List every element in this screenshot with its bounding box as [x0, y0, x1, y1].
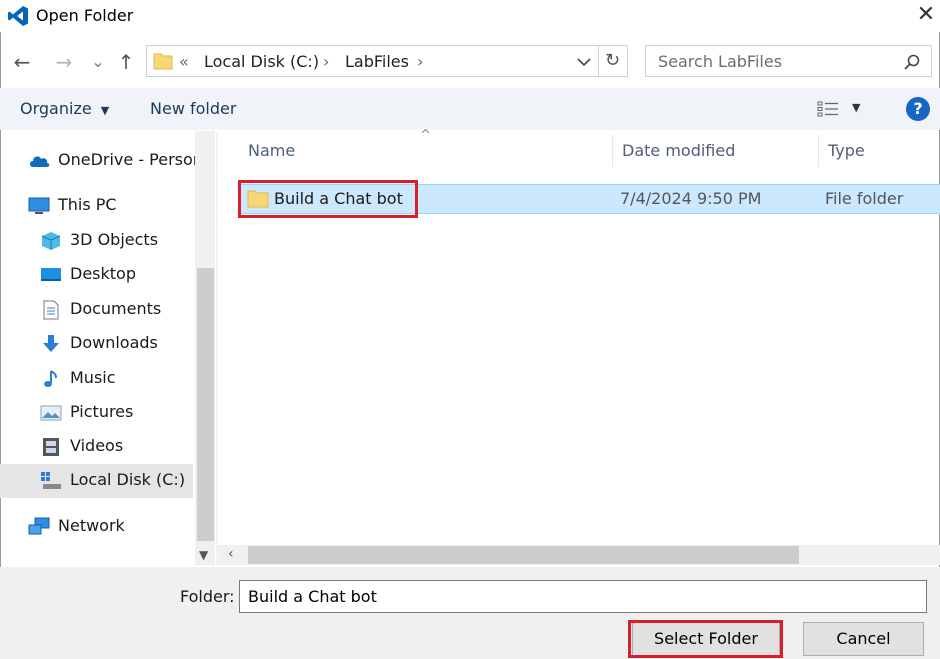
folder-name-input[interactable]: Build a Chat bot — [239, 580, 927, 613]
organize-button[interactable]: Organize ▼ — [20, 99, 109, 118]
back-arrow-icon[interactable]: ← — [8, 46, 36, 78]
horizontal-scrollbar-thumb[interactable] — [248, 546, 799, 564]
column-header-name[interactable]: Name — [248, 141, 295, 160]
download-icon — [43, 335, 59, 352]
sidebar-scrollbar-thumb[interactable] — [197, 268, 214, 541]
sidebar-item-music[interactable]: Music — [0, 362, 195, 396]
column-header-type[interactable]: Type — [828, 141, 865, 160]
sidebar-item-videos[interactable]: Videos — [0, 430, 195, 464]
network-icon — [28, 517, 50, 535]
sidebar-item-desktop[interactable]: Desktop — [0, 258, 195, 292]
address-bar[interactable]: « Local Disk (C:) › LabFiles › — [146, 45, 599, 77]
breadcrumb-separator-icon[interactable]: › — [417, 52, 423, 71]
new-folder-button[interactable]: New folder — [150, 99, 236, 118]
sidebar-item-documents[interactable]: Documents — [0, 293, 195, 327]
command-toolbar — [0, 88, 940, 130]
up-arrow-icon[interactable]: ↑ — [112, 46, 140, 78]
sidebar-item-label: This PC — [58, 195, 117, 214]
videos-icon — [43, 438, 59, 456]
cloud-icon — [30, 156, 50, 167]
close-icon[interactable]: ✕ — [912, 0, 940, 32]
view-dropdown-icon[interactable]: ▼ — [852, 101, 860, 114]
drive-icon — [41, 472, 61, 489]
cube-icon — [41, 232, 61, 250]
sidebar-item-label: Videos — [70, 436, 124, 455]
dialog-title: Open Folder — [36, 6, 134, 25]
music-icon — [44, 370, 57, 387]
scroll-left-icon[interactable]: ‹ — [228, 546, 234, 562]
row-name[interactable]: Build a Chat bot — [274, 189, 403, 208]
title-bar — [0, 0, 940, 32]
row-type: File folder — [825, 189, 904, 208]
cancel-button[interactable]: Cancel — [803, 622, 924, 656]
computer-icon — [28, 197, 50, 214]
sidebar-item-label: OneDrive - Persor — [58, 150, 200, 169]
organize-dropdown-icon: ▼ — [100, 104, 110, 117]
address-overflow-icon[interactable]: « — [179, 52, 189, 71]
sidebar-item-this-pc[interactable]: This PC — [0, 189, 195, 223]
recent-locations-chevron-icon[interactable]: ⌄ — [84, 46, 112, 78]
sidebar-item-label: Local Disk (C:) — [70, 470, 186, 489]
sidebar-item-3d-objects[interactable]: 3D Objects — [0, 224, 195, 258]
view-options-icon[interactable] — [817, 100, 839, 118]
sidebar-item-label: Documents — [70, 299, 162, 318]
documents-icon — [43, 300, 59, 320]
desktop-icon — [41, 268, 61, 281]
column-separator[interactable] — [612, 135, 613, 167]
pictures-icon — [40, 405, 62, 421]
sidebar-item-label: Downloads — [70, 333, 158, 352]
search-icon[interactable] — [904, 54, 920, 70]
help-icon[interactable]: ? — [906, 97, 930, 121]
organize-label: Organize — [20, 99, 92, 118]
column-separator[interactable] — [818, 135, 819, 167]
sidebar-item-network[interactable]: Network — [0, 510, 195, 544]
folder-label: Folder: — [180, 587, 235, 606]
scroll-down-icon[interactable]: ▼ — [199, 548, 208, 562]
sidebar-item-onedrive[interactable]: OneDrive - Persor — [0, 144, 199, 178]
sidebar-item-label: Music — [70, 368, 116, 387]
sidebar-item-local-disk[interactable]: Local Disk (C:) — [0, 464, 193, 498]
refresh-icon[interactable]: ↻ — [598, 45, 628, 77]
vscode-logo-icon — [8, 6, 28, 26]
breadcrumb-labfiles[interactable]: LabFiles — [345, 52, 409, 71]
search-box[interactable]: Search LabFiles — [645, 45, 932, 77]
sidebar-item-pictures[interactable]: Pictures — [0, 396, 195, 430]
sidebar-item-downloads[interactable]: Downloads — [0, 327, 195, 361]
folder-icon — [153, 53, 173, 70]
breadcrumb-local-disk[interactable]: Local Disk (C:) — [204, 52, 319, 71]
sort-ascending-icon: ^ — [420, 128, 431, 143]
address-dropdown-chevron-icon[interactable] — [577, 57, 591, 67]
row-date-modified: 7/4/2024 9:50 PM — [620, 189, 762, 208]
sidebar-item-label: 3D Objects — [70, 230, 159, 249]
breadcrumb-separator-icon[interactable]: › — [323, 52, 329, 71]
column-header-date-modified[interactable]: Date modified — [622, 141, 735, 160]
search-input[interactable]: Search LabFiles — [658, 52, 782, 71]
sidebar-item-label: Pictures — [70, 402, 134, 421]
sidebar-item-label: Desktop — [70, 264, 136, 283]
pane-divider — [216, 131, 218, 565]
sidebar-item-label: Network — [58, 516, 125, 535]
highlight-box — [628, 620, 783, 658]
folder-name-value: Build a Chat bot — [248, 587, 377, 606]
forward-arrow-icon[interactable]: → — [50, 46, 78, 78]
folder-icon — [247, 190, 269, 208]
